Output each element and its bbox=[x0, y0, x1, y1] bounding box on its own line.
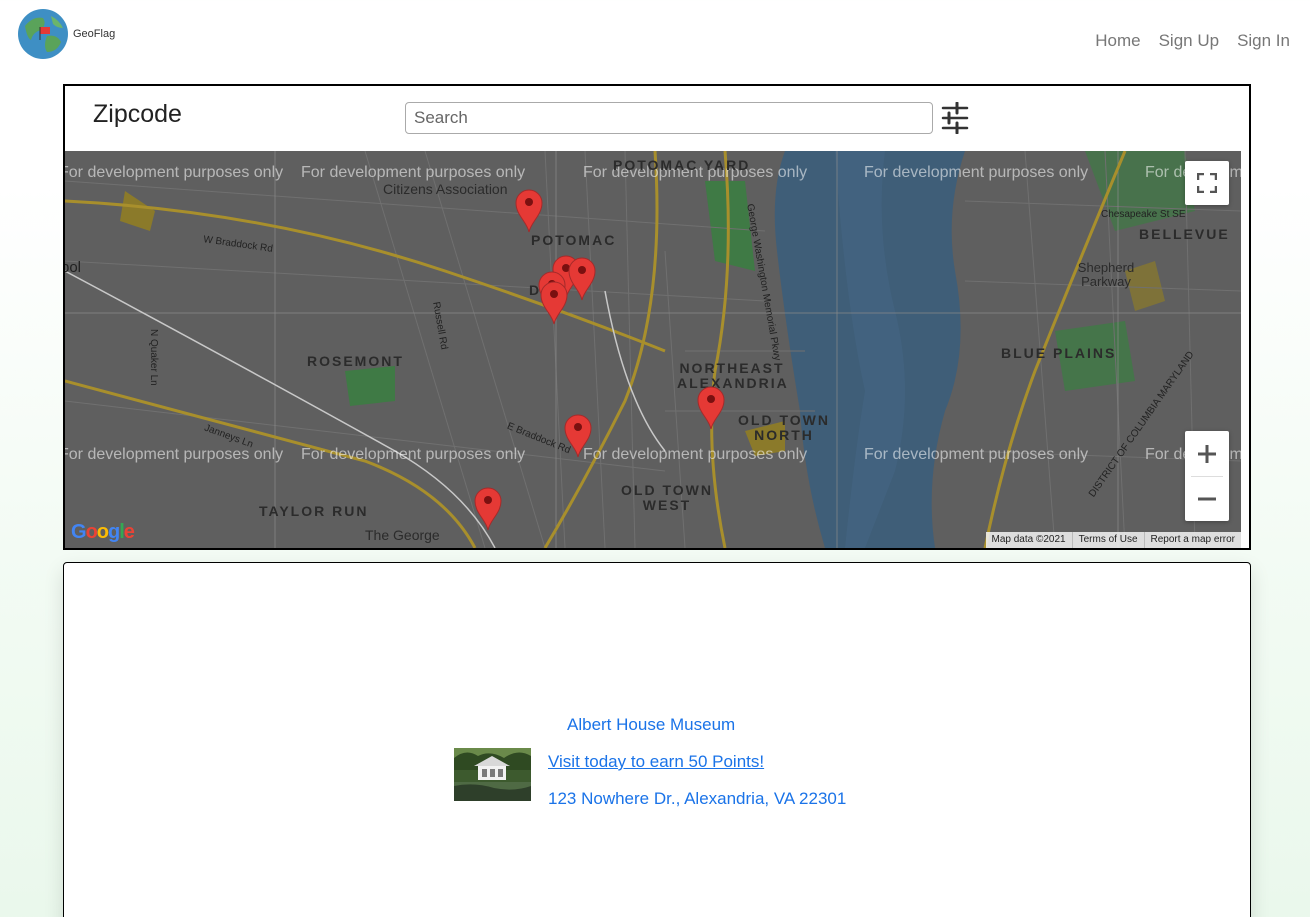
area-label: OLD TOWN NORTH bbox=[738, 412, 830, 443]
map-marker-icon[interactable] bbox=[563, 412, 593, 458]
nav-home-link[interactable]: Home bbox=[1095, 31, 1140, 51]
map-card: Zipcode Search For development purposes … bbox=[63, 84, 1251, 550]
area-label: POTOMAC bbox=[531, 232, 617, 248]
watermark-text: For development purposes only bbox=[65, 164, 284, 181]
fullscreen-icon[interactable] bbox=[1185, 161, 1229, 205]
zipcode-title: Zipcode bbox=[93, 100, 182, 128]
place-card: Albert House Museum Visit today to earn … bbox=[63, 562, 1251, 917]
map-marker-icon[interactable] bbox=[514, 187, 544, 233]
nav-signin-link[interactable]: Sign In bbox=[1237, 31, 1290, 51]
place-points-link[interactable]: Visit today to earn 50 Points! bbox=[548, 752, 764, 772]
area-label: Citizens Association bbox=[383, 181, 508, 197]
globe-flag-icon[interactable] bbox=[17, 8, 69, 60]
place-thumbnail[interactable] bbox=[454, 748, 531, 801]
report-error-link[interactable]: Report a map error bbox=[1143, 532, 1241, 548]
road-label: bol bbox=[65, 259, 82, 276]
map-marker-icon[interactable] bbox=[696, 384, 726, 430]
brand-name: GeoFlag bbox=[73, 28, 116, 40]
search-input[interactable] bbox=[405, 102, 933, 134]
area-label: Shepherd Parkway bbox=[1077, 260, 1135, 289]
area-label: The George bbox=[365, 527, 440, 543]
road-label: Chesapeake St SE bbox=[1101, 209, 1186, 220]
area-label: TAYLOR RUN bbox=[259, 503, 369, 519]
map-marker-icon[interactable] bbox=[539, 279, 569, 325]
sliders-icon[interactable] bbox=[941, 101, 969, 135]
area-label: ROSEMONT bbox=[307, 353, 404, 369]
google-logo: Google bbox=[71, 521, 135, 543]
map-marker-icon[interactable] bbox=[567, 255, 597, 301]
map-data-text: Map data ©2021 bbox=[991, 534, 1066, 545]
watermark-text: For development purposes only bbox=[864, 446, 1089, 463]
area-label: BLUE PLAINS bbox=[1001, 345, 1117, 361]
watermark-text: For development purposes only bbox=[301, 446, 526, 463]
minus-icon[interactable] bbox=[1185, 476, 1229, 521]
watermark-text: For development purposes only bbox=[301, 164, 526, 181]
zoom-control bbox=[1185, 431, 1229, 521]
nav-signup-link[interactable]: Sign Up bbox=[1159, 31, 1219, 51]
watermark-text: For development purposes only bbox=[864, 164, 1089, 181]
map-attribution: Map data ©2021 Terms of Use Report a map… bbox=[985, 532, 1241, 548]
area-label: OLD TOWN WEST bbox=[621, 482, 713, 513]
area-label: BELLEVUE bbox=[1139, 226, 1230, 242]
place-address: 123 Nowhere Dr., Alexandria, VA 22301 bbox=[548, 789, 847, 808]
plus-icon[interactable] bbox=[1185, 431, 1229, 476]
place-name[interactable]: Albert House Museum bbox=[567, 715, 735, 735]
road-label: N Quaker Ln bbox=[148, 329, 159, 386]
area-label: NORTHEAST ALEXANDRIA bbox=[677, 360, 789, 391]
area-label: POTOMAC YARD bbox=[613, 157, 751, 173]
watermark-text: For development purposes only bbox=[583, 446, 808, 463]
map-marker-icon[interactable] bbox=[473, 485, 503, 531]
map-view[interactable]: For development purposes only For develo… bbox=[65, 151, 1241, 548]
terms-link[interactable]: Terms of Use bbox=[1071, 532, 1144, 548]
main-nav: Home Sign Up Sign In bbox=[1095, 31, 1290, 51]
